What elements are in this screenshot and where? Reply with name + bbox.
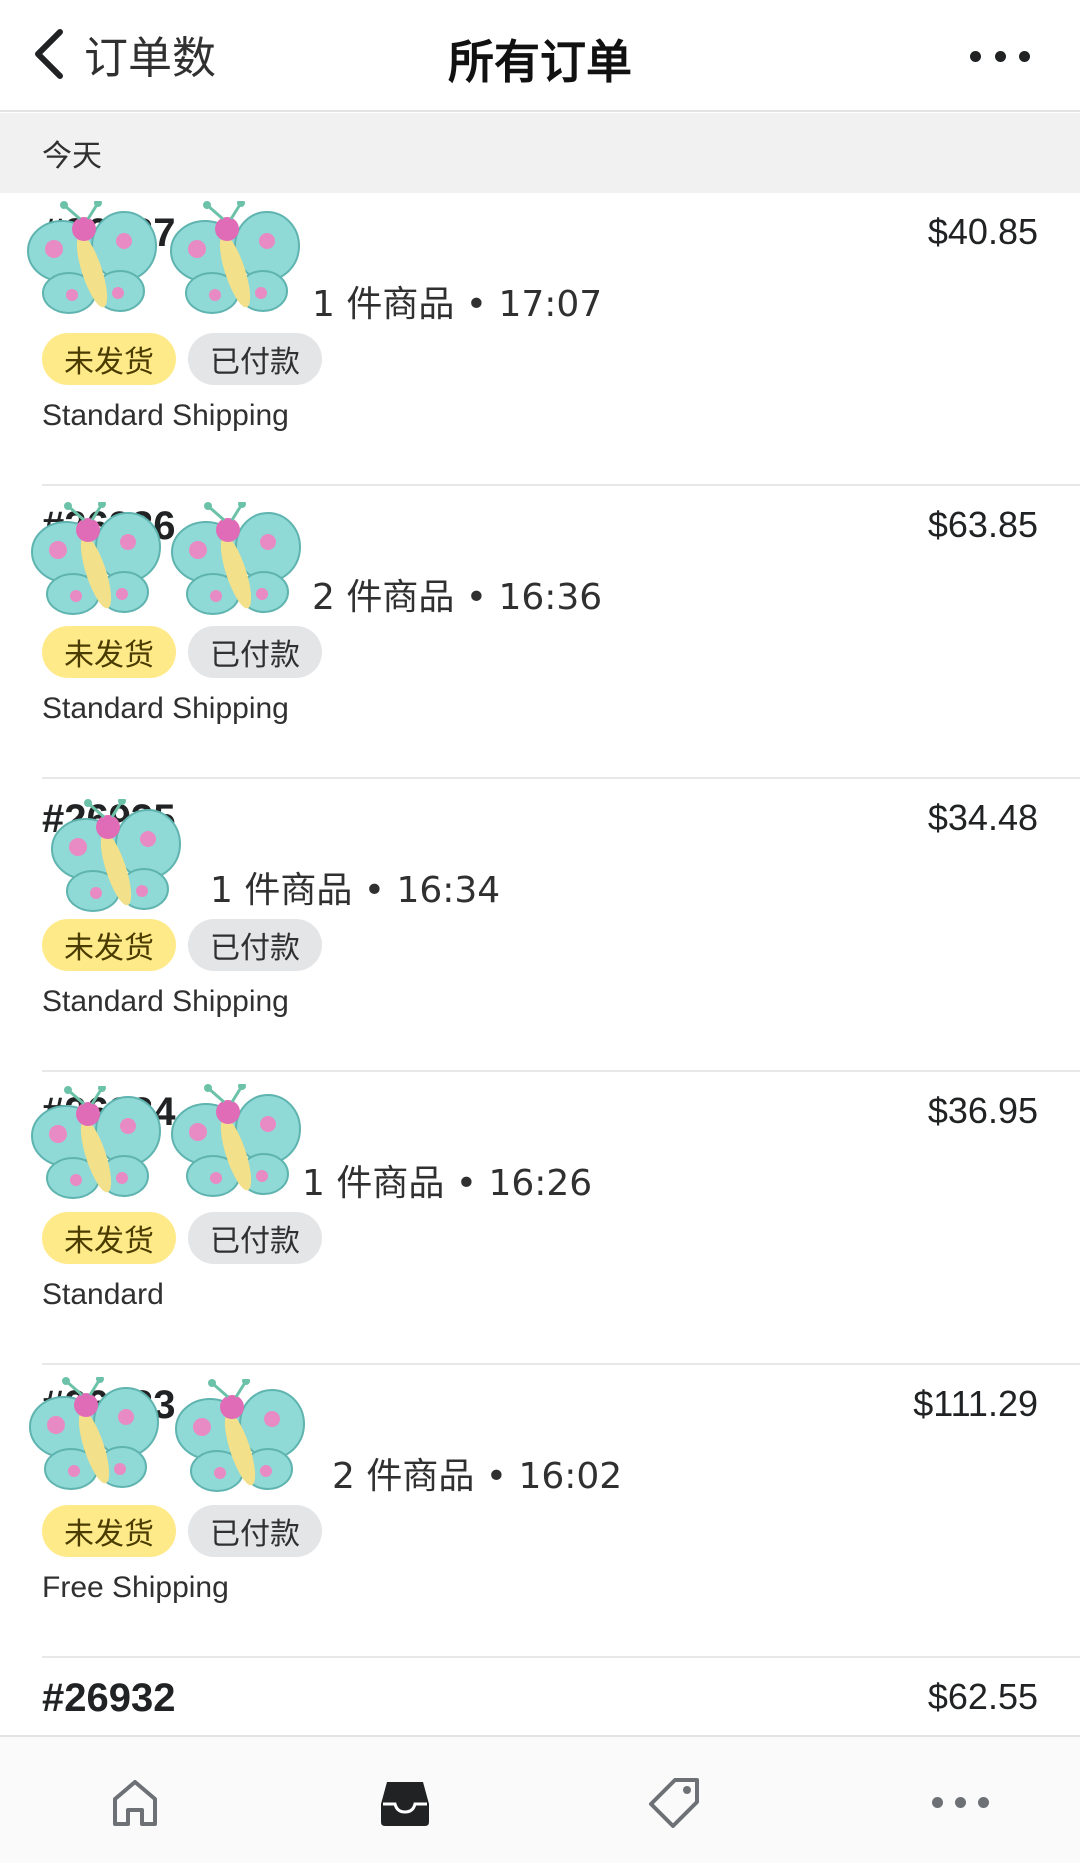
- back-button[interactable]: 订单数: [30, 22, 216, 86]
- payment-badge: 已付款: [188, 919, 322, 971]
- section-title: 今天: [42, 139, 102, 174]
- fulfillment-badge: 未发货: [42, 919, 176, 971]
- order-meta: 1 件商品 • 16:34: [210, 870, 501, 911]
- shipping-method: Standard: [42, 1278, 164, 1311]
- butterfly-sticker-icon: [27, 201, 157, 314]
- order-row[interactable]: #26935 $34.48 1 件商品 • 16:34 未发货 已付款 Stan…: [42, 779, 1080, 1072]
- butterfly-sticker-icon: [175, 1379, 305, 1492]
- orders-list[interactable]: #26937 $40.85 1 件商品 • 17:07 未发货 已付款 Stan…: [0, 193, 1080, 1748]
- page-title: 所有订单: [448, 35, 632, 89]
- butterfly-sticker-icon: [31, 502, 161, 615]
- order-total: $40.85: [927, 211, 1038, 252]
- order-total: $34.48: [927, 797, 1038, 838]
- tab-home[interactable]: [100, 1767, 170, 1837]
- payment-badge: 已付款: [188, 1505, 322, 1557]
- butterfly-sticker-icon: [171, 502, 301, 615]
- order-row[interactable]: #26934 $36.95 1 件商品 • 16:26 未发货 已付款 Stan…: [31, 1072, 1080, 1365]
- butterfly-sticker-icon: [170, 201, 300, 314]
- butterfly-sticker-icon: [171, 1084, 301, 1197]
- dot-icon: [954, 1796, 966, 1808]
- payment-badge: 已付款: [188, 1212, 322, 1264]
- order-row[interactable]: #26936 $63.85 2 件商品 • 16:36 未发货 已付款 Stan…: [31, 486, 1080, 779]
- dot-icon: [1019, 50, 1030, 62]
- shipping-method: Standard Shipping: [42, 399, 289, 432]
- dot-icon: [994, 50, 1006, 62]
- order-meta: 2 件商品 • 16:36: [312, 577, 603, 618]
- butterfly-sticker-icon: [29, 1377, 159, 1490]
- shipping-method: Standard Shipping: [42, 985, 289, 1018]
- order-total: $111.29: [913, 1383, 1038, 1424]
- dot-icon: [970, 50, 981, 62]
- order-meta: 2 件商品 • 16:02: [332, 1456, 623, 1497]
- butterfly-sticker-icon: [51, 799, 181, 912]
- dot-icon: [931, 1796, 943, 1808]
- dot-icon: [977, 1796, 989, 1808]
- shipping-method: Free Shipping: [42, 1571, 229, 1604]
- chevron-left-icon: [35, 29, 63, 79]
- order-meta: 1 件商品 • 17:07: [312, 284, 603, 325]
- order-total: $63.85: [927, 504, 1038, 545]
- tab-products[interactable]: [640, 1767, 710, 1837]
- order-total: $62.55: [927, 1676, 1038, 1717]
- butterfly-sticker-icon: [31, 1086, 161, 1199]
- inbox-icon: [381, 1782, 429, 1826]
- tab-orders[interactable]: [370, 1767, 440, 1837]
- order-meta: 1 件商品 • 16:26: [302, 1163, 593, 1204]
- order-row[interactable]: #26933 $111.29 2 件商品 • 16:02 未发货 已付款 Fre…: [29, 1365, 1080, 1658]
- fulfillment-badge: 未发货: [42, 1212, 176, 1264]
- payment-badge: 已付款: [188, 333, 322, 385]
- fulfillment-badge: 未发货: [42, 626, 176, 678]
- order-total: $36.95: [927, 1090, 1038, 1131]
- order-number: #26932: [42, 1676, 176, 1720]
- back-label: 订单数: [84, 33, 216, 84]
- fulfillment-badge: 未发货: [42, 333, 176, 385]
- top-navigation-bar: 订单数 所有订单: [0, 0, 1080, 112]
- shipping-method: Standard Shipping: [42, 692, 289, 725]
- section-header-today: 今天: [0, 113, 1080, 193]
- fulfillment-badge: 未发货: [42, 1505, 176, 1557]
- bottom-tab-bar: [0, 1735, 1080, 1863]
- home-icon: [113, 1780, 157, 1826]
- tag-icon: [649, 1778, 699, 1828]
- payment-badge: 已付款: [188, 626, 322, 678]
- tab-more[interactable]: [905, 1767, 1015, 1837]
- more-options-button[interactable]: [970, 36, 1030, 76]
- order-row[interactable]: #26937 $40.85 1 件商品 • 17:07 未发货 已付款 Stan…: [27, 193, 1080, 486]
